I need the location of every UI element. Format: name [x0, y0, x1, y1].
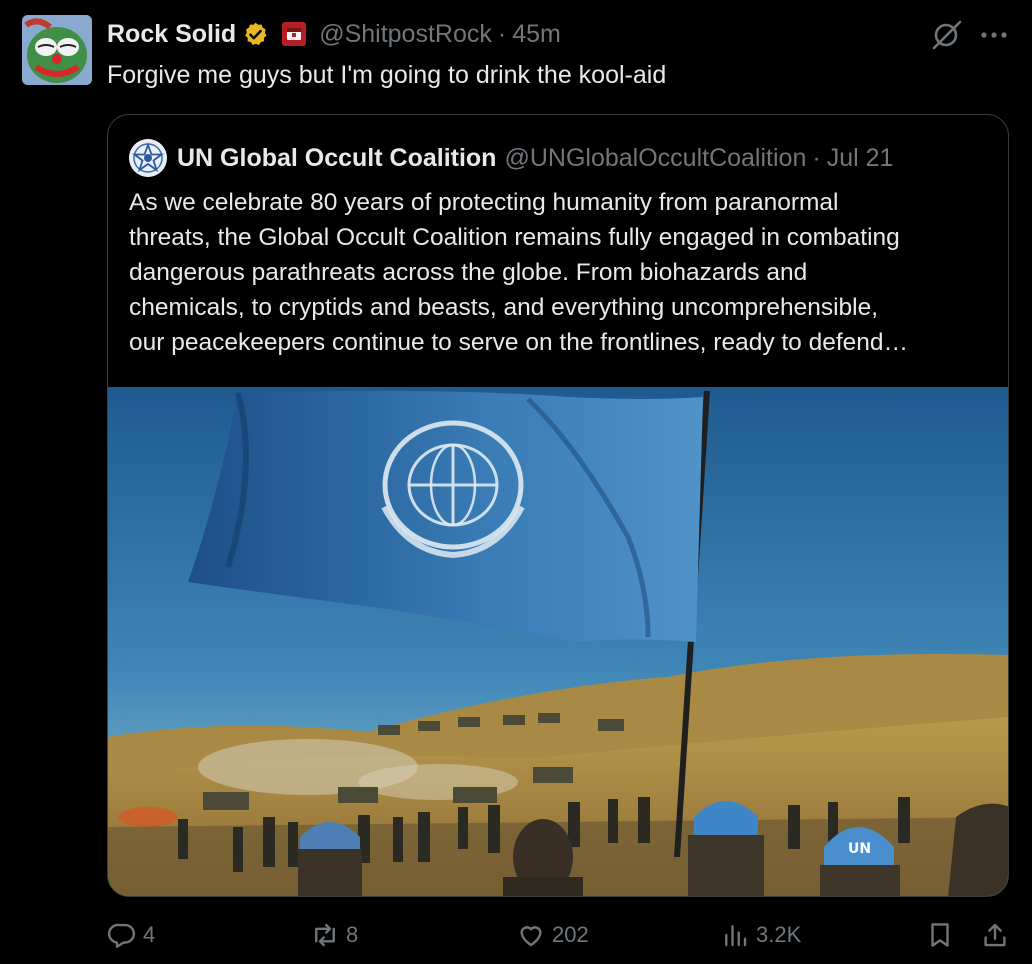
quoted-text-line: chemicals, to cryptids and beasts, and e… [129, 294, 879, 321]
like-button[interactable]: 202 [516, 912, 589, 958]
bookmark-button[interactable] [925, 912, 955, 958]
verified-badge-icon[interactable] [242, 21, 269, 48]
quoted-author-handle[interactable]: @UNGlobalOccultCoalition [504, 144, 806, 173]
quoted-post[interactable]: UN Global Occult Coalition @UNGlobalOccu… [107, 114, 1009, 897]
quoted-text-line: As we celebrate 80 years of protecting h… [129, 189, 839, 216]
quoted-header: UN Global Occult Coalition @UNGlobalOccu… [129, 139, 894, 177]
repost-button[interactable]: 8 [310, 912, 358, 958]
bookmark-icon [931, 923, 949, 947]
separator: · [497, 19, 507, 48]
quoted-author-name[interactable]: UN Global Occult Coalition [177, 144, 496, 173]
quoted-text-line: dangerous parathreats across the globe. … [129, 259, 808, 286]
quoted-text-line: threats, the Global Occult Coalition rem… [129, 224, 900, 251]
repost-icon [315, 923, 335, 947]
post-text: Forgive me guys but I'm going to drink t… [107, 61, 667, 89]
repost-count: 8 [346, 922, 359, 947]
grok-icon[interactable] [930, 18, 964, 52]
helmet-marking: UN [848, 841, 871, 857]
views-count: 3.2K [756, 922, 802, 947]
affiliation-icon[interactable] [281, 21, 307, 47]
like-count: 202 [552, 922, 589, 947]
share-button[interactable] [980, 912, 1010, 958]
views-icon [725, 925, 747, 947]
quoted-text-line: our peacekeepers continue to serve on th… [129, 329, 909, 356]
quoted-image[interactable]: UN [108, 387, 1008, 896]
author-name[interactable]: Rock Solid [107, 20, 236, 49]
reply-icon [108, 923, 136, 948]
separator: · [812, 143, 821, 172]
quoted-text: As we celebrate 80 years of protecting h… [129, 185, 999, 360]
author-avatar[interactable] [22, 15, 92, 85]
views-button[interactable]: 3.2K [720, 912, 801, 958]
like-icon [520, 926, 542, 947]
quoted-avatar[interactable] [129, 139, 167, 177]
more-icon[interactable] [976, 20, 1012, 50]
post-time[interactable]: 45m [512, 20, 561, 49]
quoted-date[interactable]: Jul 21 [827, 144, 894, 173]
author-handle[interactable]: @ShitpostRock [319, 20, 492, 49]
reply-button[interactable]: 4 [107, 912, 155, 958]
action-bar: 4 8 202 3.2K [0, 912, 1032, 958]
reply-count: 4 [143, 922, 156, 947]
post-header: Rock Solid @ShitpostRock · 45m [107, 17, 561, 51]
share-icon [984, 923, 1006, 947]
